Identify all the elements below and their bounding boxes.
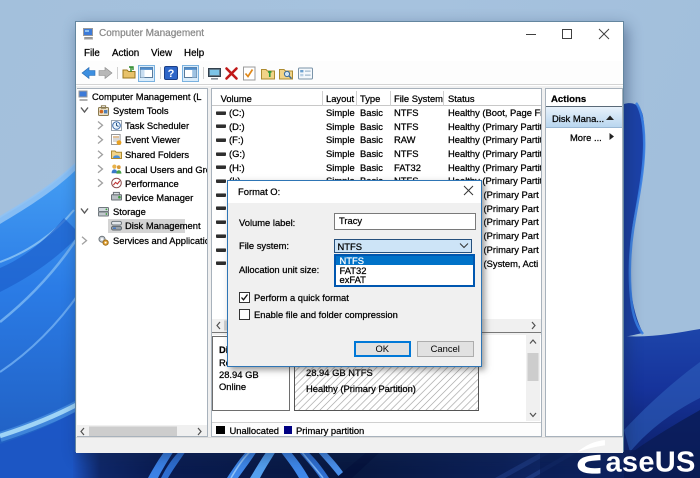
svg-text:aseUS: aseUS (606, 447, 696, 478)
svg-text:?: ? (168, 68, 175, 80)
